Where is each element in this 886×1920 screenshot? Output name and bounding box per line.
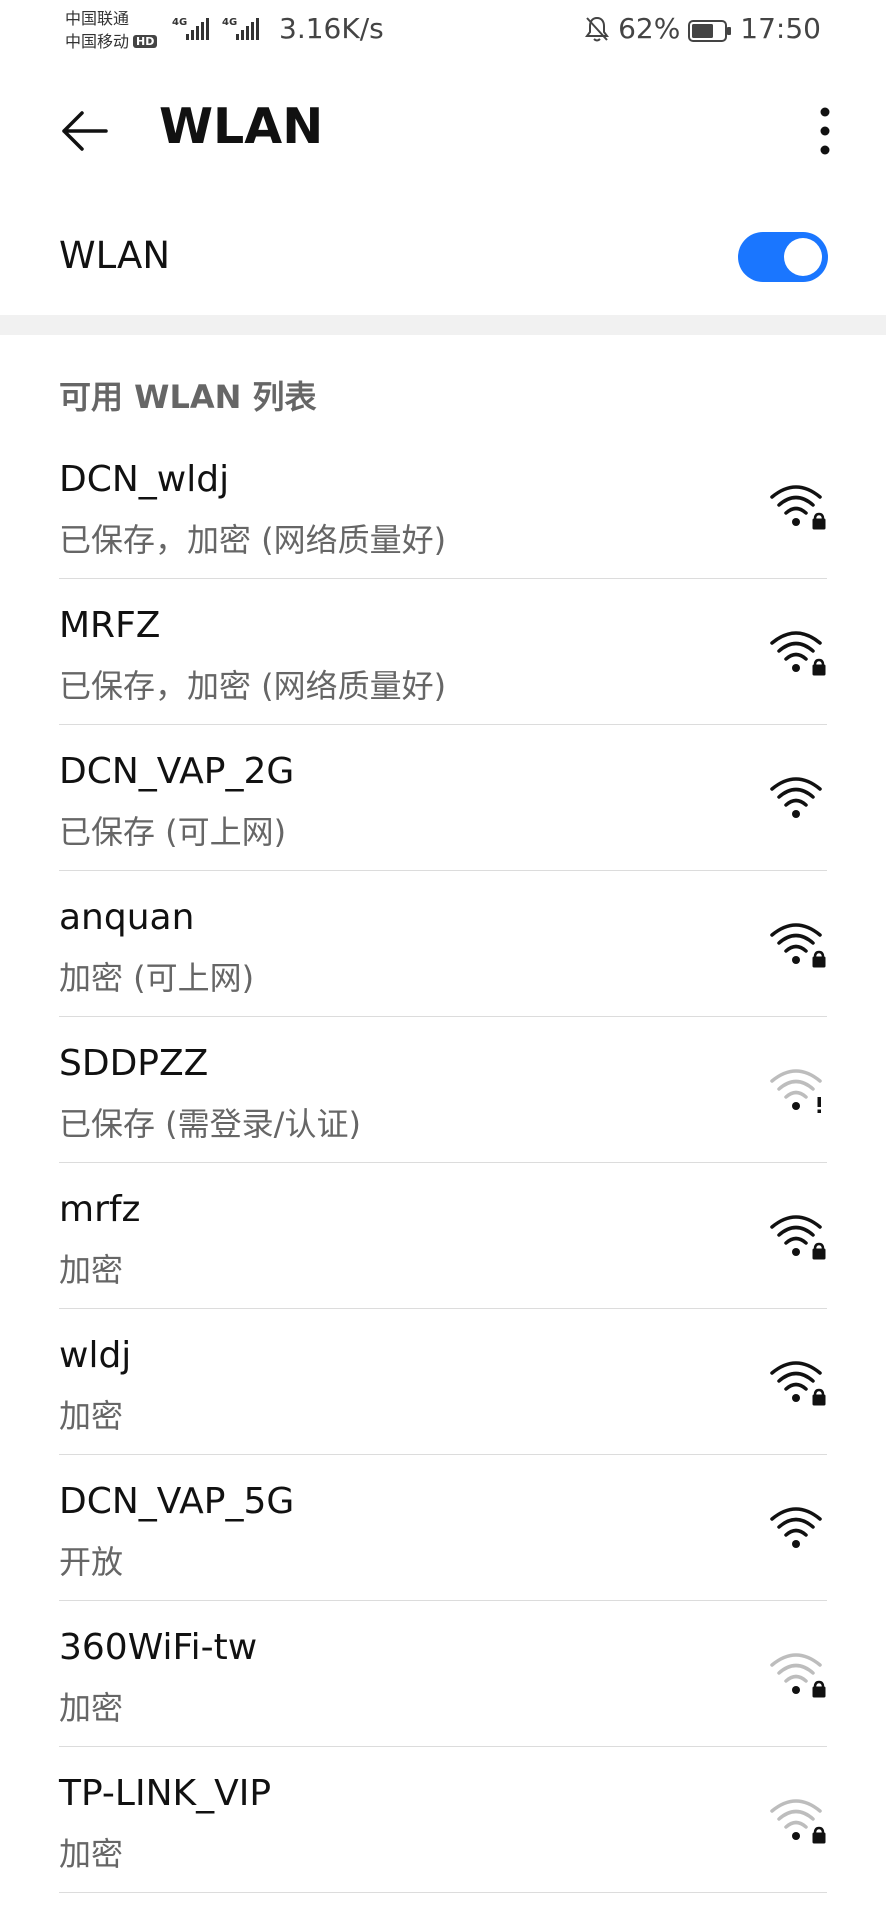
wifi-locked-icon xyxy=(769,919,827,969)
network-status: 加密 xyxy=(59,1251,124,1289)
wifi-icon xyxy=(769,1503,827,1553)
network-status: 加密 (可上网) xyxy=(59,959,255,997)
network-item[interactable]: DCN_VAP_2G 已保存 (可上网) xyxy=(59,725,827,871)
network-ssid: wldj xyxy=(59,1335,132,1376)
network-status: 已保存 (可上网) xyxy=(59,813,287,851)
carrier-1-label: 中国联通 xyxy=(65,9,130,28)
sim1-network-label: 4G xyxy=(172,17,187,28)
network-item[interactable]: mrfz 加密 xyxy=(59,1163,827,1309)
network-ssid: MRFZ xyxy=(59,605,161,646)
battery-percent: 62% xyxy=(618,12,681,45)
network-item[interactable]: TP-LINK_VIP 加密 xyxy=(59,1747,827,1893)
wlan-toggle-switch[interactable] xyxy=(738,232,828,282)
network-ssid: SDDPZZ xyxy=(59,1043,209,1084)
toggle-knob xyxy=(784,238,822,276)
network-ssid: DCN_wldj xyxy=(59,459,230,500)
hd-badge: HD xyxy=(133,35,158,48)
wlan-toggle-label: WLAN xyxy=(59,234,171,277)
signal-indicators: 4G 4G xyxy=(172,14,272,48)
available-list-header: 可用 WLAN 列表 xyxy=(59,378,317,416)
carrier-info: 中国联通 中国移动 HD xyxy=(65,7,158,53)
network-item[interactable]: SDDPZZ 已保存 (需登录/认证) xyxy=(59,1017,827,1163)
network-status: 加密 xyxy=(59,1689,124,1727)
network-ssid: TP-LINK_VIP xyxy=(59,1773,272,1814)
network-list: DCN_wldj 已保存，加密 (网络质量好) MRFZ 已保存，加密 (网络质量好… xyxy=(59,433,827,1893)
status-right: 62% 17:50 xyxy=(576,12,821,45)
wifi-locked-icon xyxy=(769,1357,827,1407)
network-status: 加密 xyxy=(59,1397,124,1435)
network-status: 加密 xyxy=(59,1835,124,1873)
wifi-locked-icon xyxy=(769,1211,827,1261)
wifi-locked-icon xyxy=(769,1649,827,1699)
arrow-left-icon xyxy=(62,111,108,151)
network-status: 开放 xyxy=(59,1543,124,1581)
network-speed: 3.16K/s xyxy=(279,12,384,45)
section-divider xyxy=(0,315,886,335)
network-item[interactable]: DCN_wldj 已保存，加密 (网络质量好) xyxy=(59,433,827,579)
network-status: 已保存 (需登录/认证) xyxy=(59,1105,361,1143)
network-item[interactable]: anquan 加密 (可上网) xyxy=(59,871,827,1017)
network-status: 已保存，加密 (网络质量好) xyxy=(59,667,447,705)
network-item[interactable]: wldj 加密 xyxy=(59,1309,827,1455)
page-title: WLAN xyxy=(159,98,324,155)
signal-bars-icon xyxy=(236,18,259,40)
network-item[interactable]: 360WiFi-tw 加密 xyxy=(59,1601,827,1747)
network-ssid: 360WiFi-tw xyxy=(59,1627,258,1668)
network-ssid: mrfz xyxy=(59,1189,141,1230)
network-ssid: anquan xyxy=(59,897,195,938)
wifi-alert-icon xyxy=(769,1065,827,1115)
wifi-locked-icon xyxy=(769,481,827,531)
network-item[interactable]: DCN_VAP_5G 开放 xyxy=(59,1455,827,1601)
network-ssid: DCN_VAP_5G xyxy=(59,1481,295,1522)
signal-bars-icon xyxy=(186,18,209,40)
wifi-locked-icon xyxy=(769,627,827,677)
more-vertical-icon xyxy=(820,107,830,155)
wlan-toggle-row[interactable]: WLAN xyxy=(0,212,886,300)
battery-icon xyxy=(688,17,732,42)
wifi-icon xyxy=(769,773,827,823)
more-options-button[interactable] xyxy=(794,100,856,162)
sim2-network-label: 4G xyxy=(222,17,237,28)
network-ssid: DCN_VAP_2G xyxy=(59,751,295,792)
network-status: 已保存，加密 (网络质量好) xyxy=(59,521,447,559)
bell-muted-icon xyxy=(585,16,610,41)
status-bar: 中国联通 中国移动 HD 4G 4G 3.16K/s 62% 17:50 xyxy=(0,0,886,60)
network-item[interactable]: MRFZ 已保存，加密 (网络质量好) xyxy=(59,579,827,725)
wifi-locked-icon xyxy=(769,1795,827,1845)
carrier-2-label: 中国移动 xyxy=(65,32,130,51)
back-button[interactable] xyxy=(54,100,116,162)
app-bar: WLAN xyxy=(0,70,886,190)
clock: 17:50 xyxy=(740,12,821,45)
